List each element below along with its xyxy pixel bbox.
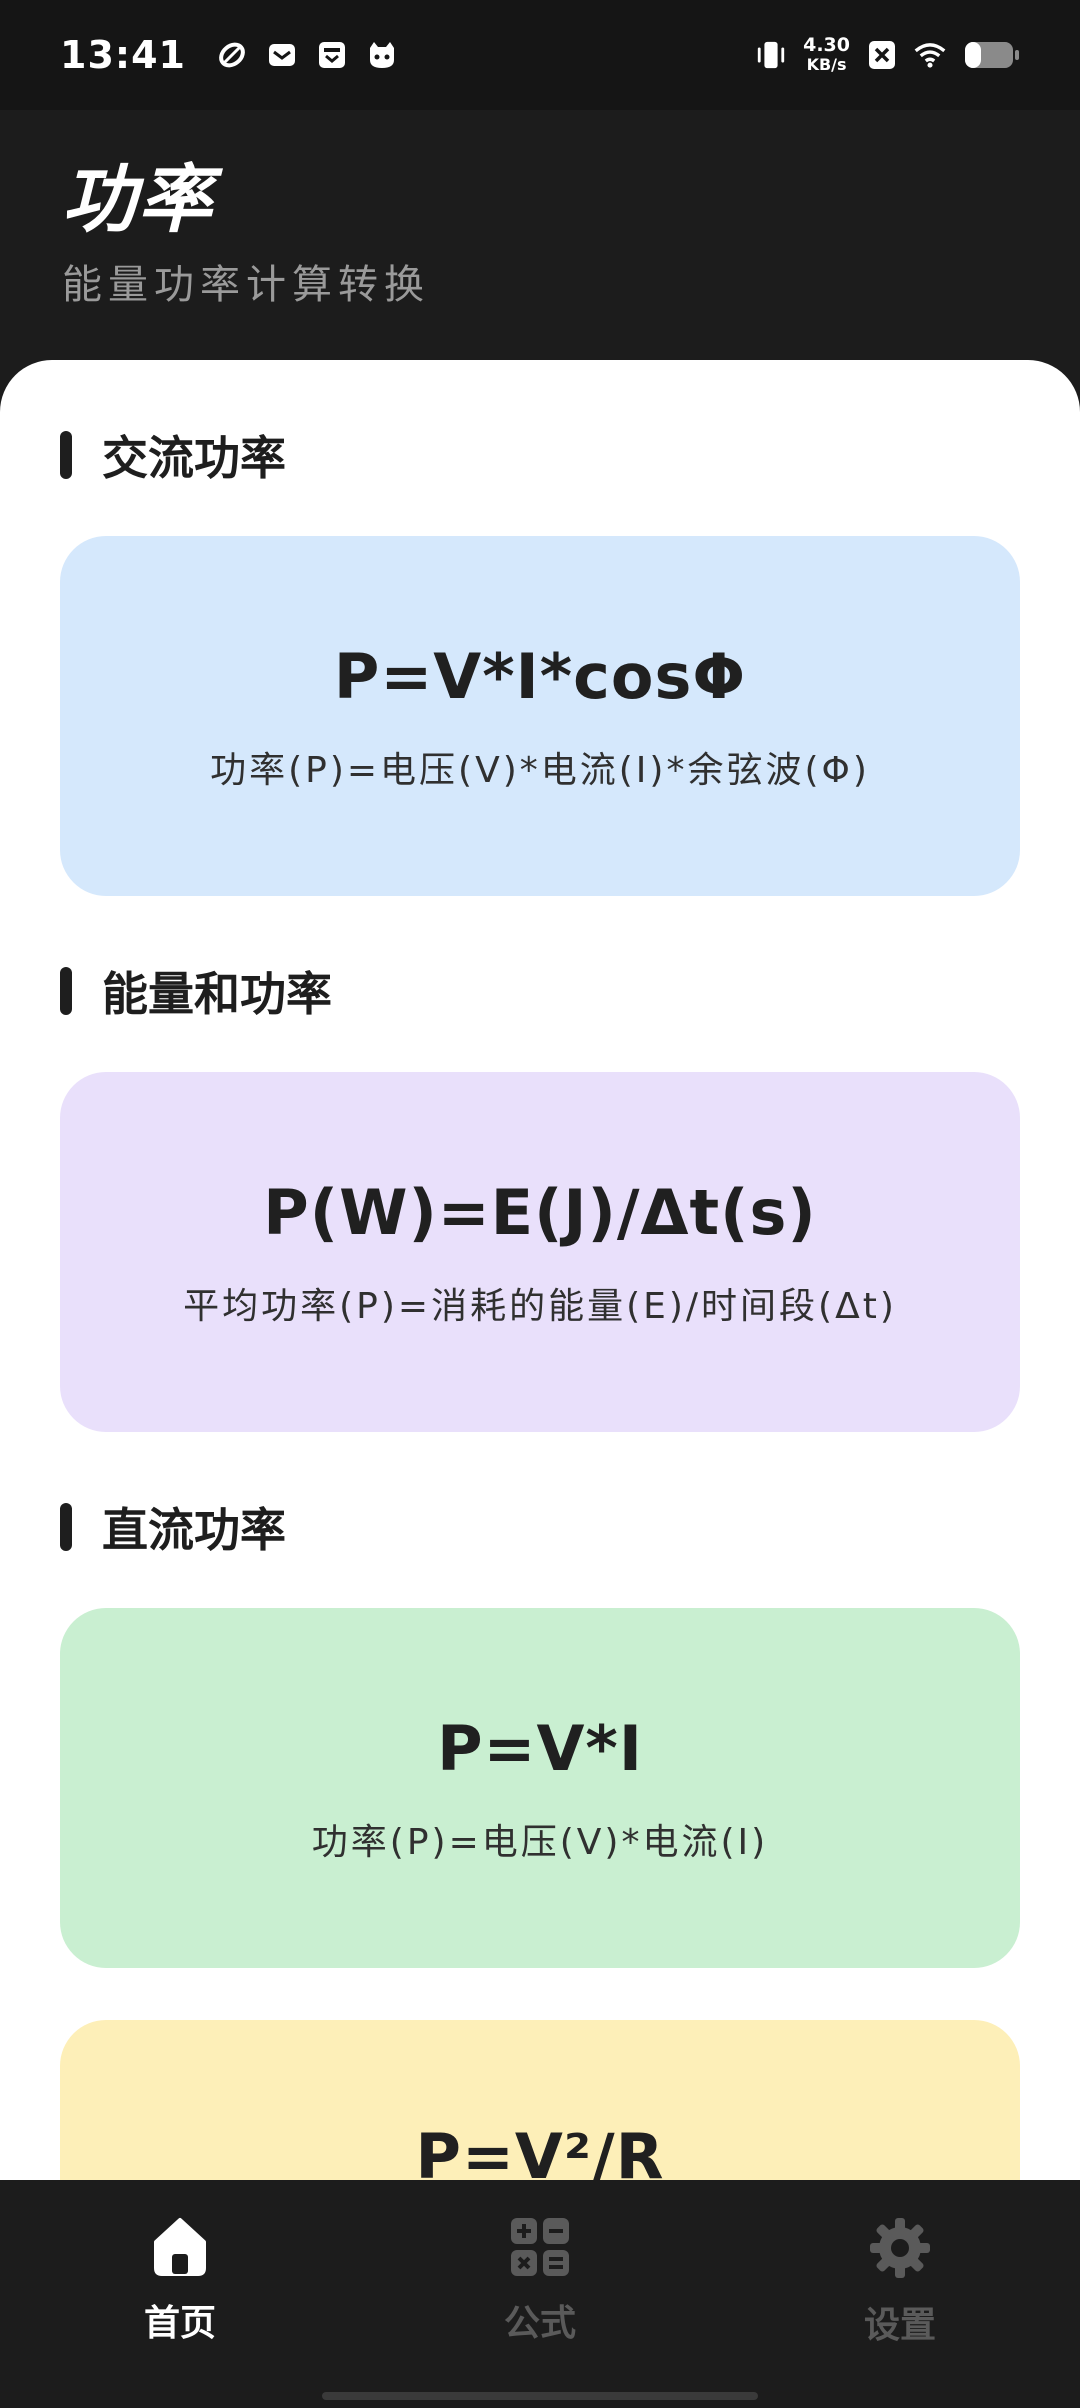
- page-title: 功率: [62, 157, 214, 243]
- vibrate-icon: [755, 39, 787, 71]
- section-marker: [60, 967, 72, 1015]
- network-speed-value: 4.30: [803, 34, 850, 56]
- section-marker: [60, 431, 72, 479]
- nav-item-home[interactable]: 首页: [80, 2216, 280, 2346]
- status-bar-right: 4.30 KB/s: [755, 35, 1022, 75]
- page-header: 功率 能量功率计算转换: [0, 110, 1080, 360]
- leaf-icon: [216, 39, 248, 71]
- formula-text: P=V*I: [437, 1711, 643, 1785]
- section-title-text: 能量和功率: [102, 967, 332, 1021]
- close-box-icon: [866, 39, 898, 71]
- status-bar-left: 13:41: [60, 33, 398, 77]
- formula-list[interactable]: 交流功率 P=V*I*cosΦ 功率(P)=电压(V)*电流(I)*余弦波(Φ)…: [0, 360, 1080, 2180]
- section-title-dc-power: 直流功率: [60, 1494, 286, 1560]
- app-root: 13:41 4.30 KB/s 功率 能量功率计算转换 交流功率 P=V*I*c…: [0, 0, 1080, 2408]
- page-subtitle: 能量功率计算转换: [62, 262, 430, 308]
- formula-text: P(W)=E(J)/Δt(s): [263, 1175, 817, 1249]
- inbox-icon: [316, 39, 348, 71]
- section-title-ac-power: 交流功率: [60, 422, 286, 488]
- battery-icon: [962, 39, 1022, 71]
- section-marker: [60, 1503, 72, 1551]
- status-bar: 13:41 4.30 KB/s: [0, 0, 1080, 110]
- status-time: 13:41: [60, 33, 186, 77]
- cat-icon: [366, 39, 398, 71]
- wifi-icon: [914, 39, 946, 71]
- formula-card-resistance-power[interactable]: P=V²/R: [60, 2020, 1020, 2180]
- section-title-text: 交流功率: [102, 431, 286, 485]
- network-speed: 4.30 KB/s: [803, 35, 850, 75]
- nav-label: 公式: [503, 2303, 576, 2344]
- formula-text: P=V²/R: [415, 2120, 665, 2180]
- nav-label: 首页: [143, 2303, 216, 2344]
- formula-card-ac-power[interactable]: P=V*I*cosΦ 功率(P)=电压(V)*电流(I)*余弦波(Φ): [60, 536, 1020, 896]
- nav-item-settings[interactable]: 设置: [800, 2216, 1000, 2348]
- formula-card-dc-power[interactable]: P=V*I 功率(P)=电压(V)*电流(I): [60, 1608, 1020, 1968]
- formula-description: 功率(P)=电压(V)*电流(I)*余弦波(Φ): [210, 749, 870, 791]
- formula-description: 平均功率(P)=消耗的能量(E)/时间段(Δt): [183, 1285, 897, 1327]
- section-title-energy-power: 能量和功率: [60, 958, 332, 1024]
- home-icon: [148, 2216, 212, 2282]
- formula-text: P=V*I*cosΦ: [333, 639, 747, 713]
- nav-label: 设置: [863, 2305, 936, 2346]
- gear-icon: [868, 2216, 932, 2284]
- formula-card-energy-power[interactable]: P(W)=E(J)/Δt(s) 平均功率(P)=消耗的能量(E)/时间段(Δt): [60, 1072, 1020, 1432]
- bottom-navigation: 首页 公式 设置: [0, 2180, 1080, 2408]
- home-indicator[interactable]: [322, 2392, 758, 2400]
- formula-description: 功率(P)=电压(V)*电流(I): [311, 1821, 769, 1863]
- section-title-text: 直流功率: [102, 1503, 286, 1557]
- calculator-icon: [509, 2216, 571, 2282]
- network-speed-unit: KB/s: [806, 55, 847, 74]
- nav-item-formula[interactable]: 公式: [440, 2216, 640, 2346]
- mail-icon: [266, 39, 298, 71]
